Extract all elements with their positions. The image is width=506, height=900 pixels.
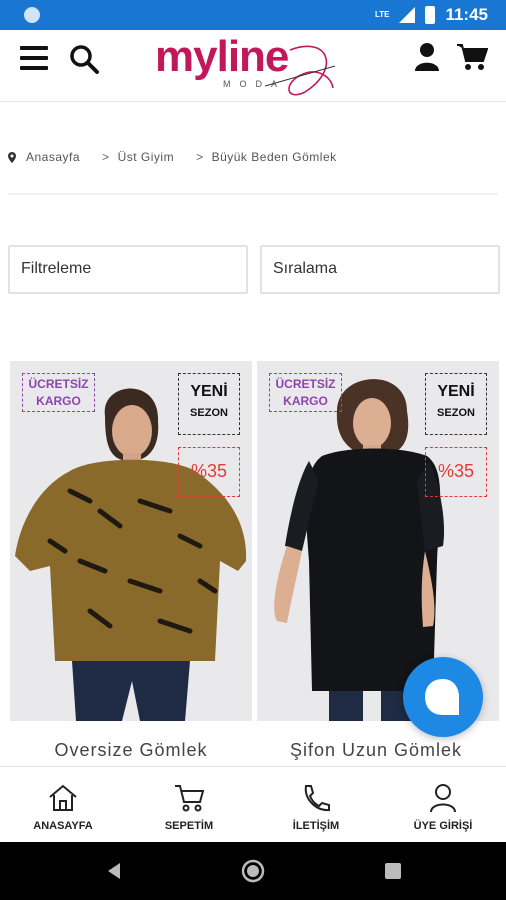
network-label: LTE (374, 10, 390, 19)
back-icon[interactable] (104, 861, 124, 881)
notification-dot-icon (24, 7, 40, 23)
user-icon (430, 784, 456, 813)
status-time: 11:45 (445, 5, 488, 24)
badge-line: SEZON (437, 407, 475, 419)
new-season-badge: YENİ SEZON (425, 373, 487, 435)
breadcrumb-category[interactable]: Üst Giyim (118, 150, 175, 164)
status-bar: LTE 11:45 (0, 0, 506, 30)
discount-badge: %35 (178, 447, 240, 497)
home-icon (49, 784, 77, 811)
nav-login-label: ÜYE GİRİŞİ (413, 820, 473, 832)
badge-line: KARGO (283, 394, 328, 408)
chat-button[interactable] (403, 657, 483, 737)
badge-line: ÜCRETSİZ (28, 377, 89, 391)
discount-badge: %35 (425, 447, 487, 497)
nav-login[interactable]: ÜYE GİRİŞİ (380, 767, 506, 843)
sort-button[interactable]: Sıralama (260, 245, 500, 294)
cart-icon[interactable] (456, 42, 488, 72)
search-icon[interactable] (68, 43, 100, 75)
nav-home[interactable]: ANASAYFA (0, 767, 126, 843)
brand-logo[interactable]: myline MODA (155, 30, 345, 98)
recents-icon[interactable] (384, 862, 402, 880)
chat-bubble-icon (425, 679, 459, 715)
app-header: myline MODA (0, 30, 506, 102)
signal-icon (399, 7, 416, 23)
nav-contact[interactable]: İLETİŞİM (253, 767, 379, 843)
breadcrumb-separator: > (102, 150, 110, 164)
battery-icon (425, 6, 436, 24)
badge-line: YENİ (437, 383, 475, 400)
breadcrumb-current[interactable]: Büyük Beden Gömlek (212, 150, 337, 164)
breadcrumb-separator: > (196, 150, 204, 164)
nav-cart[interactable]: SEPETİM (126, 767, 252, 843)
home-circle-icon[interactable] (241, 859, 265, 883)
product-name[interactable]: Şifon Uzun Gömlek (252, 740, 500, 761)
nav-contact-label: İLETİŞİM (292, 820, 340, 832)
system-navigation-bar (0, 842, 506, 900)
product-card-image[interactable]: ÜCRETSİZ KARGO YENİ SEZON %35 (10, 361, 252, 721)
nav-home-label: ANASAYFA (33, 820, 93, 832)
badge-line: KARGO (36, 394, 81, 408)
logo-subtitle: MODA (223, 79, 286, 89)
breadcrumb-divider (8, 193, 498, 195)
new-season-badge: YENİ SEZON (178, 373, 240, 435)
bottom-navigation: ANASAYFA SEPETİM İLETİŞİM ÜYE GİRİŞİ (0, 766, 506, 842)
cart-icon (175, 785, 205, 812)
status-icons: LTE 11:45 (375, 5, 488, 25)
breadcrumb-home[interactable]: Anasayfa (26, 150, 80, 164)
badge-line: SEZON (190, 407, 228, 419)
breadcrumb: Anasayfa > Üst Giyim > Büyük Beden Gömle… (8, 150, 498, 164)
location-pin-icon (8, 151, 16, 163)
menu-icon[interactable] (20, 46, 48, 70)
free-shipping-badge: ÜCRETSİZ KARGO (22, 373, 95, 412)
badge-line: YENİ (190, 383, 228, 400)
product-name[interactable]: Oversize Gömlek (7, 740, 255, 761)
user-icon[interactable] (413, 42, 441, 72)
filter-button[interactable]: Filtreleme (8, 245, 248, 294)
nav-cart-label: SEPETİM (164, 820, 214, 832)
free-shipping-badge: ÜCRETSİZ KARGO (269, 373, 342, 412)
phone-icon (304, 785, 330, 812)
badge-line: ÜCRETSİZ (275, 377, 336, 391)
